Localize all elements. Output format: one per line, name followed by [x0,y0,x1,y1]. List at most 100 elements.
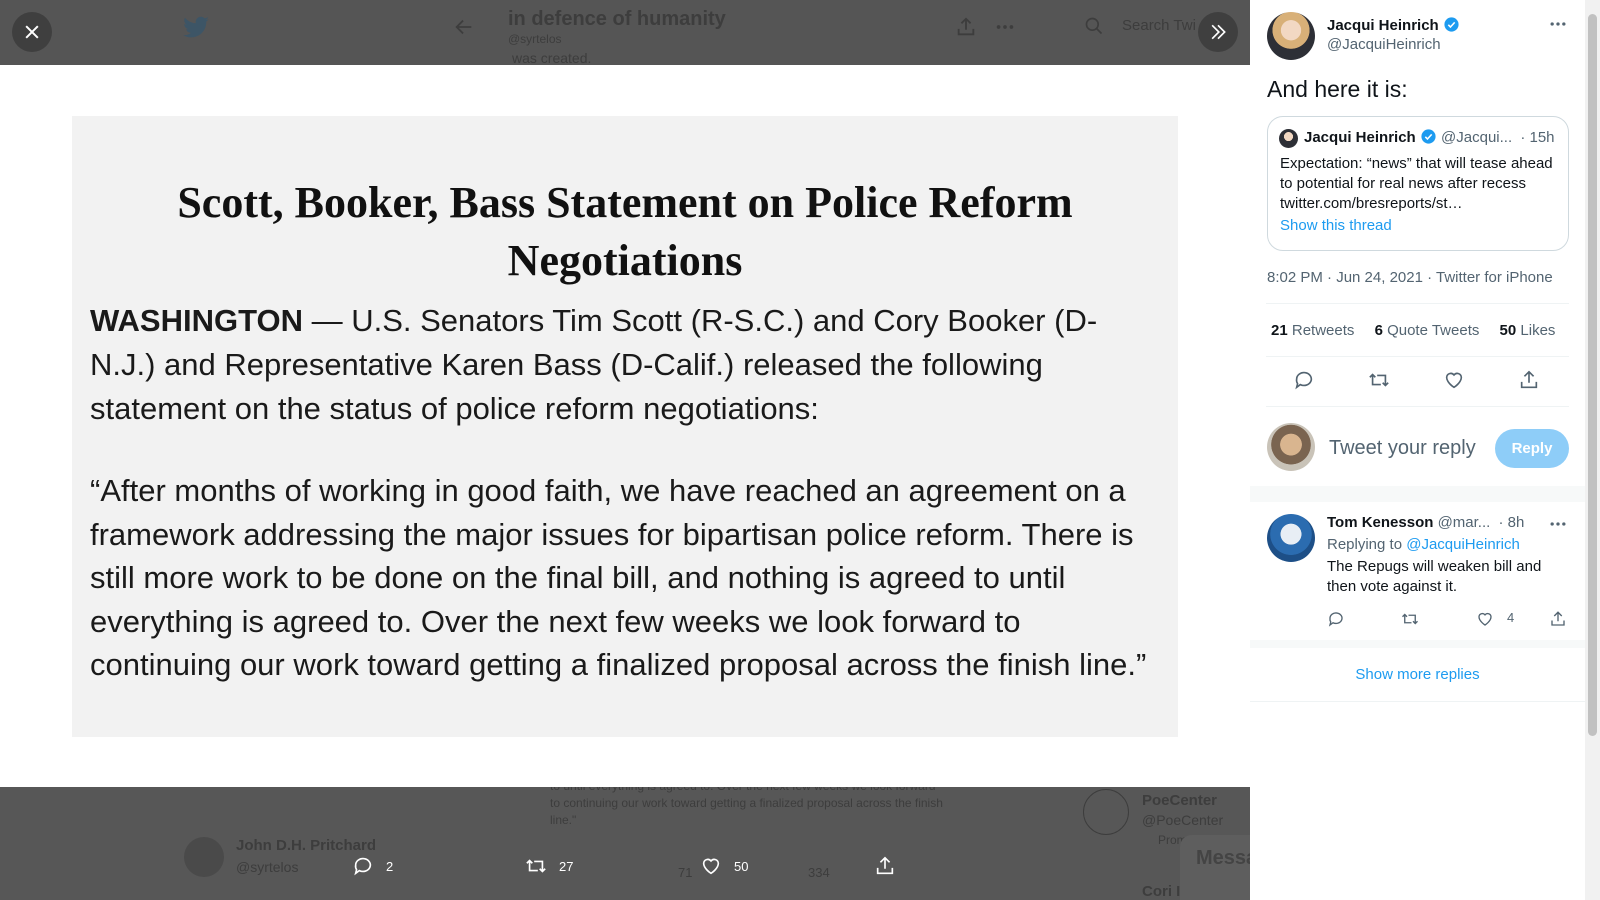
verified-badge-icon [1444,17,1459,32]
quoted-text: Expectation: “news” that will tease ahea… [1280,155,1553,212]
statement-title: Scott, Booker, Bass Statement on Police … [72,174,1178,290]
more-options-icon[interactable] [1548,14,1568,34]
statement-lead: WASHINGTON — U.S. Senators Tim Scott (R-… [90,299,1160,431]
background-title: in defence of humanity [508,8,726,30]
background-search-placeholder: Search Twi [1122,17,1196,34]
verified-badge-icon [1421,129,1436,144]
reply-icon[interactable] [1327,610,1345,628]
section-divider [1250,640,1585,648]
close-icon [25,25,39,39]
background-author-name: John D.H. Pritchard [236,837,377,854]
scrollbar[interactable] [1585,0,1600,900]
quoted-author-line: Jacqui Heinrich @Jacqui... · 15h [1304,128,1555,146]
reply-author-handle[interactable]: @mar... [1438,514,1491,531]
twitter-logo-icon [183,16,209,38]
retweets-count: 21 [1271,322,1288,339]
reply-time[interactable]: · 8h [1498,514,1524,531]
tweet-text: And here it is: [1267,76,1408,102]
search-icon [1085,17,1103,35]
statement-title-line: Scott, Booker, Bass Statement on Police … [177,178,1073,227]
divider [1250,701,1585,702]
tweet-image[interactable]: Scott, Booker, Bass Statement on Police … [0,65,1250,787]
share-icon [957,17,975,36]
statement-title-line: Negotiations [507,236,743,285]
background-quote-snippet: to continuing our work toward getting a … [550,796,943,810]
media-action-bar: 2 27 50 [0,855,1250,895]
share-action[interactable] [874,855,908,877]
reply-like-count: 4 [1507,610,1515,625]
quoted-tweet[interactable]: Jacqui Heinrich @Jacqui... · 15h Expecta… [1267,116,1569,251]
like-action[interactable]: 50 [700,855,748,877]
background-header: in defence of humanity @syrtelos Search … [0,0,1250,66]
statement-quote: “After months of working in good faith, … [90,473,1147,682]
retweets-stat[interactable]: 21 Retweets [1271,322,1354,339]
media-viewer: in defence of humanity @syrtelos Search … [0,0,1250,900]
likes-count: 50 [1499,322,1517,339]
quoted-author-name: Jacqui Heinrich [1304,129,1416,146]
share-icon[interactable] [1549,610,1567,628]
quoted-author-handle: @Jacqui... [1441,129,1513,146]
quoted-avatar [1279,129,1298,148]
background-avatar [1083,789,1129,835]
show-more-replies-link[interactable]: Show more replies [1250,648,1585,701]
reply-icon [354,857,372,876]
collapse-panel-button[interactable] [1198,12,1238,52]
section-divider [1250,486,1585,502]
retweet-icon [526,859,546,873]
replying-to: Replying to @JacquiHeinrich [1327,536,1520,553]
reply-tweet[interactable]: Tom Kenesson @mar... · 8h Replying to @J… [1250,502,1585,640]
quoted-time: · 15h [1520,129,1555,146]
retweet-icon[interactable] [1368,369,1390,391]
quote-tweets-count: 6 [1374,322,1383,339]
replying-to-label: Replying to [1327,536,1403,553]
share-icon [876,856,894,875]
scrollbar-thumb[interactable] [1588,14,1597,736]
double-chevron-right-icon [1211,24,1226,40]
likes-stat[interactable]: 50 Likes [1500,322,1556,339]
share-icon[interactable] [1518,369,1540,391]
background-snippet: was created. [512,50,592,66]
tweet-detail-panel: Jacqui Heinrich @JacquiHeinrich And here… [1250,0,1585,900]
heart-icon[interactable] [1476,610,1494,628]
close-button[interactable] [12,12,52,52]
divider [1266,303,1569,304]
retweet-icon[interactable] [1401,610,1419,628]
reply-text: The Repugs will weaken bill and then vot… [1327,558,1542,595]
show-thread-link[interactable]: Show this thread [1280,217,1392,234]
heart-icon [702,858,720,875]
heart-icon[interactable] [1443,369,1465,391]
quote-tweets-stat[interactable]: 6 Quote Tweets [1375,322,1480,339]
likes-label: Likes [1520,322,1556,339]
avatar[interactable] [1267,12,1315,60]
statement-dateline: WASHINGTON [90,303,303,338]
reply-input[interactable]: Tweet your reply [1329,437,1476,460]
retweet-count: 27 [559,858,574,874]
more-icon [996,25,1014,29]
reply-author-name[interactable]: Tom Kenesson [1327,514,1433,531]
tweet-timestamp[interactable]: 8:02 PM · Jun 24, 2021 · Twitter for iPh… [1267,269,1553,286]
reply-author-line: Tom Kenesson @mar... · 8h [1327,514,1532,531]
like-count: 50 [734,858,749,874]
reply-button[interactable]: Reply [1495,429,1569,468]
quote-tweets-label: Quote Tweets [1387,322,1480,339]
replying-to-handle[interactable]: @JacquiHeinrich [1406,536,1520,553]
avatar[interactable] [1267,514,1315,562]
divider [1266,406,1569,407]
author-name[interactable]: Jacqui Heinrich [1327,16,1460,34]
back-arrow-icon [455,19,472,35]
press-statement: Scott, Booker, Bass Statement on Police … [72,116,1178,737]
author-handle[interactable]: @JacquiHeinrich [1327,36,1441,53]
divider [1266,356,1569,357]
retweets-label: Retweets [1291,322,1355,339]
reply-icon[interactable] [1293,369,1315,391]
reply-count: 2 [386,858,394,874]
background-side-handle: @PoeCenter [1142,812,1224,828]
background-handle: @syrtelos [508,32,562,46]
reply-action[interactable]: 2 [352,855,393,877]
background-quote-snippet: line." [550,813,577,827]
more-options-icon[interactable] [1548,514,1568,534]
author-name-text: Jacqui Heinrich [1327,17,1439,34]
retweet-action[interactable]: 27 [525,855,573,877]
tweet-stats: 21 Retweets 6 Quote Tweets 50 Likes [1271,322,1555,339]
current-user-avatar [1267,423,1315,471]
